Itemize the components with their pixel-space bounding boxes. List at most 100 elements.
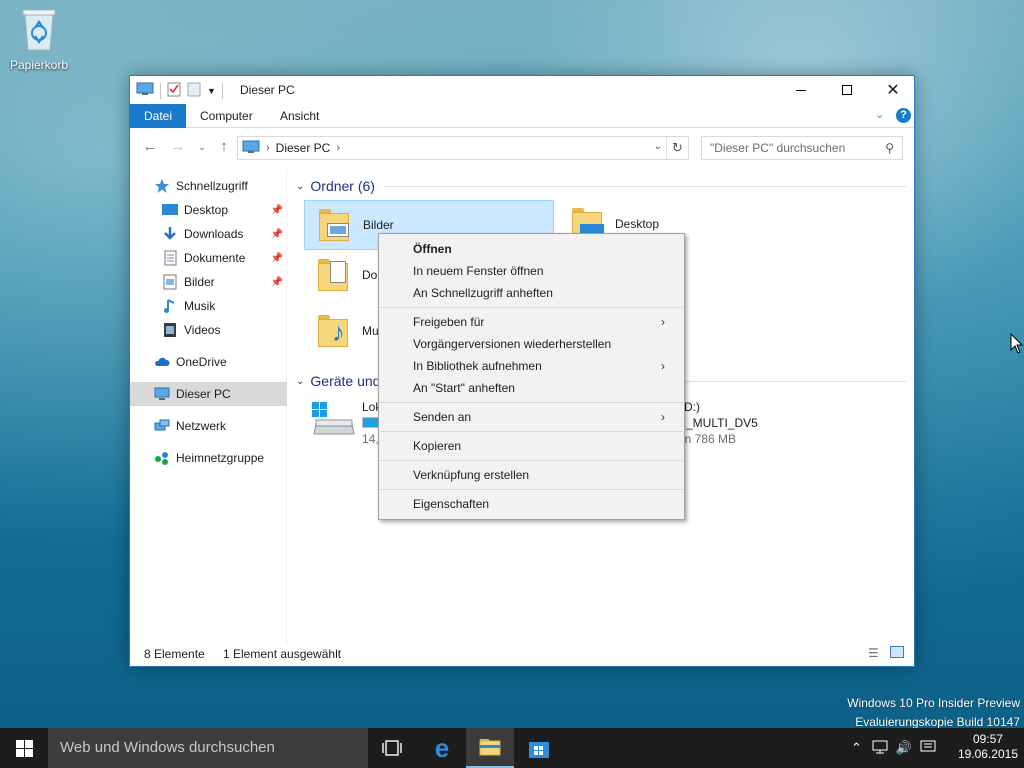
customize-qat-icon[interactable]: ▼: [207, 86, 216, 96]
nav-label: Desktop: [184, 203, 229, 217]
show-hidden-icons-icon[interactable]: ⌃: [851, 740, 862, 756]
nav-item-musik[interactable]: Musik: [130, 294, 287, 318]
nav-label: Heimnetzgruppe: [176, 451, 265, 465]
minimize-icon: [796, 89, 806, 91]
file-explorer-button[interactable]: [466, 728, 514, 768]
store-button[interactable]: [515, 728, 563, 768]
download-icon: [162, 226, 178, 242]
window-title: Dieser PC: [240, 83, 295, 97]
pc-icon: [242, 140, 260, 157]
pin-icon[interactable]: 📌: [271, 205, 283, 216]
address-bar[interactable]: › Dieser PC › ⌄ ↻: [237, 136, 689, 160]
pc-icon[interactable]: [136, 82, 154, 99]
close-button[interactable]: ✕: [870, 76, 916, 104]
forward-button[interactable]: →: [168, 138, 188, 155]
details-view-icon[interactable]: ☰: [868, 646, 879, 660]
edge-browser-button[interactable]: e: [418, 728, 466, 768]
nav-item-onedrive[interactable]: OneDrive: [130, 350, 287, 374]
chevron-right-icon[interactable]: ›: [266, 142, 270, 154]
action-center-icon[interactable]: [920, 740, 936, 757]
taskbar-search-placeholder: Web und Windows durchsuchen: [60, 739, 275, 756]
menu-item-previous-versions[interactable]: Vorgängerversionen wiederherstellen: [413, 337, 675, 351]
nav-item-dieser-pc[interactable]: Dieser PC: [130, 382, 287, 406]
recycle-bin-desktop-icon[interactable]: Papierkorb: [6, 6, 72, 72]
chevron-right-icon[interactable]: ›: [336, 142, 340, 154]
cloud-icon: [154, 354, 170, 370]
maximize-icon: [842, 85, 852, 95]
nav-item-downloads[interactable]: Downloads 📌: [130, 222, 287, 246]
clock[interactable]: 09:57 19.06.2015: [958, 732, 1018, 762]
nav-item-bilder[interactable]: Bilder 📌: [130, 270, 287, 294]
nav-item-heimnetzgruppe[interactable]: Heimnetzgruppe: [130, 446, 287, 470]
nav-item-schnellzugriff[interactable]: Schnellzugriff: [130, 174, 287, 198]
tab-datei[interactable]: Datei: [130, 104, 187, 128]
nav-item-netzwerk[interactable]: Netzwerk: [130, 414, 287, 438]
task-view-button[interactable]: [368, 728, 416, 768]
pin-icon[interactable]: 📌: [271, 229, 283, 240]
menu-item-oeffnen[interactable]: Öffnen: [413, 242, 675, 256]
back-arrow-icon: ←: [142, 138, 158, 155]
new-folder-icon[interactable]: [187, 81, 201, 100]
expand-ribbon-icon[interactable]: ⌄: [875, 108, 884, 121]
quick-access-toolbar: ▼: [136, 81, 223, 100]
menu-item-pin-quick-access[interactable]: An Schnellzugriff anheften: [413, 286, 675, 300]
recent-locations-button[interactable]: ⌄: [192, 142, 212, 153]
nav-item-videos[interactable]: Videos: [130, 318, 287, 342]
nav-label: Videos: [184, 323, 221, 337]
collapse-caret-icon[interactable]: ⌄: [296, 376, 304, 387]
menu-item-copy[interactable]: Kopieren: [413, 439, 675, 453]
pin-icon[interactable]: 📌: [271, 253, 283, 264]
submenu-arrow-icon: ›: [661, 315, 665, 329]
tiles-view-icon[interactable]: [890, 646, 904, 658]
menu-item-pin-to-start[interactable]: An "Start" anheften: [413, 381, 675, 395]
windows-drive-icon: [312, 402, 356, 441]
navigation-pane: Schnellzugriff Desktop 📌 Downloads 📌 Dok…: [130, 169, 287, 644]
up-button[interactable]: ↑: [214, 138, 234, 155]
search-input[interactable]: "Dieser PC" durchsuchen ⚲: [701, 136, 903, 160]
group-header-ordner[interactable]: ⌄ Ordner (6): [296, 178, 906, 194]
nav-label: Dokumente: [184, 251, 246, 265]
menu-item-send-to[interactable]: Senden an ›: [413, 410, 675, 424]
submenu-arrow-icon: ›: [661, 359, 665, 373]
drive-volume-name: E_MULTI_DV5: [678, 416, 758, 430]
help-icon[interactable]: ?: [896, 108, 911, 123]
nav-item-desktop[interactable]: Desktop 📌: [130, 198, 287, 222]
start-button[interactable]: [0, 728, 48, 768]
pin-icon[interactable]: 📌: [271, 277, 283, 288]
menu-item-freigeben[interactable]: Freigeben für ›: [413, 315, 675, 329]
taskbar: Web und Windows durchsuchen e ⌃ 🔊 09:57 …: [0, 728, 1024, 768]
windows-logo-icon: [15, 739, 33, 757]
documents-folder-icon: [316, 259, 350, 293]
network-tray-icon[interactable]: [872, 740, 888, 757]
properties-icon[interactable]: [167, 81, 181, 100]
forward-arrow-icon: →: [170, 138, 186, 155]
documents-icon: [162, 250, 178, 266]
tab-computer[interactable]: Computer: [186, 104, 267, 128]
back-button[interactable]: ←: [140, 138, 160, 155]
music-icon: [162, 298, 178, 314]
collapse-caret-icon[interactable]: ⌄: [296, 181, 304, 192]
close-icon: ✕: [886, 82, 900, 99]
star-icon: [154, 178, 170, 194]
taskbar-search-input[interactable]: Web und Windows durchsuchen: [48, 728, 368, 768]
breadcrumb-dieser-pc[interactable]: Dieser PC: [276, 141, 331, 155]
nav-item-dokumente[interactable]: Dokumente 📌: [130, 246, 287, 270]
volume-icon[interactable]: 🔊: [896, 740, 912, 756]
maximize-button[interactable]: [824, 76, 870, 104]
menu-item-open-new-window[interactable]: In neuem Fenster öffnen: [413, 264, 675, 278]
address-dropdown-icon[interactable]: ⌄: [654, 141, 662, 152]
status-bar: 8 Elemente 1 Element ausgewählt ☰: [130, 642, 914, 666]
menu-item-create-shortcut[interactable]: Verknüpfung erstellen: [413, 468, 675, 482]
pictures-icon: [162, 274, 178, 290]
videos-icon: [162, 322, 178, 338]
menu-item-add-to-library[interactable]: In Bibliothek aufnehmen ›: [413, 359, 675, 373]
clock-time: 09:57: [972, 732, 1003, 746]
folder-label: Desktop: [615, 217, 660, 231]
task-view-icon: [382, 740, 402, 756]
menu-item-properties[interactable]: Eigenschaften: [413, 497, 675, 511]
minimize-button[interactable]: [778, 76, 824, 104]
drive-tile-d[interactable]: (D:) E_MULTI_DV5 on 786 MB: [678, 392, 900, 448]
refresh-icon[interactable]: ↻: [666, 137, 688, 159]
nav-label: Downloads: [184, 227, 244, 241]
tab-ansicht[interactable]: Ansicht: [266, 104, 333, 128]
